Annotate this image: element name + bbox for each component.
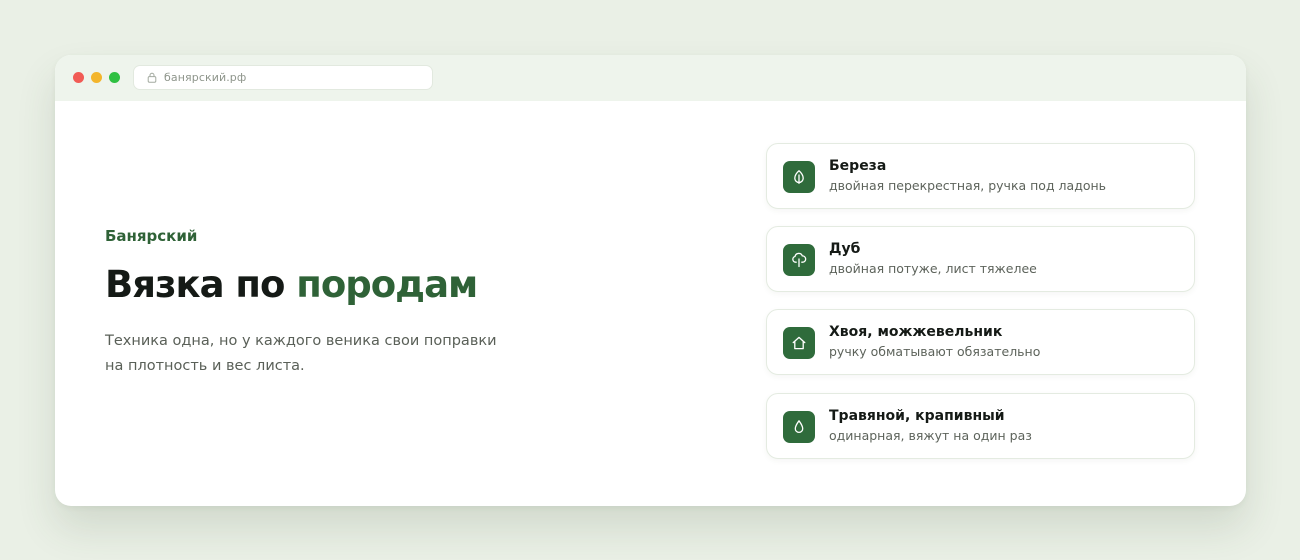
lock-icon xyxy=(147,72,157,83)
card-title: Хвоя, можжевельник xyxy=(829,324,1003,340)
title-main: Вязка по xyxy=(105,263,297,306)
card-conifer[interactable]: Хвоя, можжевельник ручку обматывают обяз… xyxy=(766,309,1195,375)
leaf-icon xyxy=(794,170,804,185)
page-title: Вязка по породам xyxy=(105,263,478,306)
card-desc: двойная потуже, лист тяжелее xyxy=(829,261,1037,276)
close-window-button[interactable] xyxy=(73,72,84,83)
house-icon xyxy=(792,336,806,350)
card-desc: одинарная, вяжут на один раз xyxy=(829,428,1032,443)
card-icon-box xyxy=(783,161,815,193)
browser-window: банярский.рф Банярский Вязка по породам … xyxy=(55,55,1246,506)
card-oak[interactable]: Дуб двойная потуже, лист тяжелее xyxy=(766,226,1195,292)
card-title: Травяной, крапивный xyxy=(829,408,1005,424)
card-birch[interactable]: Береза двойная перекрестная, ручка под л… xyxy=(766,143,1195,209)
page-backdrop: банярский.рф Банярский Вязка по породам … xyxy=(0,0,1300,560)
tree-icon xyxy=(792,252,807,268)
minimize-window-button[interactable] xyxy=(91,72,102,83)
card-icon-box xyxy=(783,327,815,359)
card-desc: двойная перекрестная, ручка под ладонь xyxy=(829,178,1107,193)
card-title: Дуб xyxy=(829,241,861,257)
card-title: Береза xyxy=(829,158,887,174)
lead-text: Техника одна, но у каждого веника свои п… xyxy=(105,333,497,374)
maximize-window-button[interactable] xyxy=(109,72,120,83)
title-accent: породам xyxy=(296,263,478,306)
drop-icon xyxy=(794,420,804,434)
card-icon-box xyxy=(783,244,815,276)
brand-name: Банярский xyxy=(105,227,198,245)
card-icon-box xyxy=(783,411,815,443)
card-herbal[interactable]: Травяной, крапивный одинарная, вяжут на … xyxy=(766,393,1195,459)
browser-toolbar: банярский.рф xyxy=(55,55,1246,101)
url-text: банярский.рф xyxy=(164,71,247,84)
address-bar[interactable]: банярский.рф xyxy=(133,65,433,90)
card-desc: ручку обматывают обязательно xyxy=(829,344,1041,359)
